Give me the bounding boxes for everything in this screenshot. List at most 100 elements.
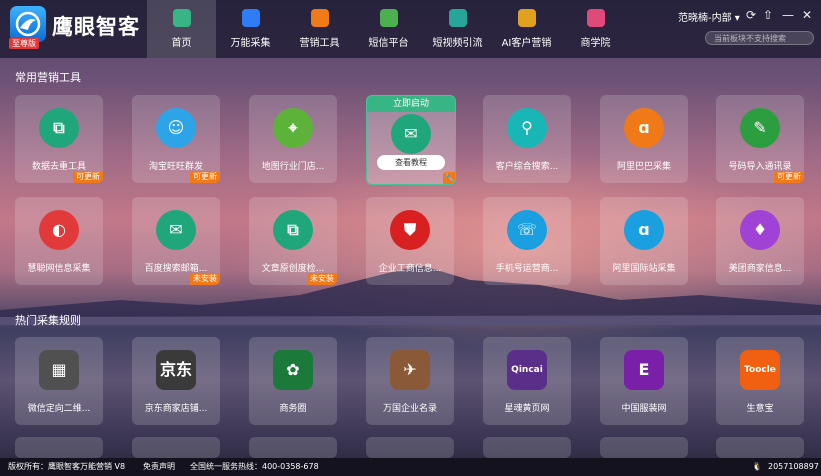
tool-card[interactable]: ✿ 商务圈 (249, 337, 337, 425)
nav-tab-1[interactable]: 万能采集 (216, 0, 285, 58)
tool-label: 企业工商信息... (378, 264, 442, 274)
tool-icon: ✉ (391, 114, 431, 154)
status-badge: 可更新 (190, 171, 220, 183)
launch-button[interactable]: 立即启动 (367, 96, 455, 112)
user-menu[interactable]: 范晓楠-内部 ▾ (678, 9, 740, 24)
ai-icon (518, 9, 536, 27)
tool-card[interactable] (132, 437, 220, 458)
refresh-icon[interactable]: ⟳ (744, 8, 758, 22)
tool-card[interactable]: ✎ 号码导入通讯录 可更新 (716, 95, 804, 183)
tool-card[interactable] (716, 437, 804, 458)
tool-label: 手机号运营商... (495, 264, 559, 274)
tool-glyph: Qincai (511, 365, 543, 375)
tool-card[interactable]: ☏ 手机号运营商... (483, 197, 571, 285)
nav-tab-label: 短视频引流 (432, 38, 483, 49)
tool-glyph: E (638, 360, 650, 379)
tool-card[interactable]: Toocle 生意宝 (716, 337, 804, 425)
tool-glyph: ✉ (404, 124, 418, 143)
tool-card[interactable] (600, 437, 688, 458)
footer: 版权所有：鹰眼智客万能营销 V8 免责声明 全国统一服务热线：400-0358-… (0, 458, 821, 476)
tool-glyph: ▦ (51, 360, 67, 379)
nav-tab-6[interactable]: 商学院 (561, 0, 630, 58)
nav-tab-5[interactable]: AI客户营销 (492, 0, 561, 58)
tool-card[interactable]: ✉ 百度搜索邮箱... 未安装 (132, 197, 220, 285)
nav-tab-3[interactable]: 短信平台 (354, 0, 423, 58)
tool-icon: ◐ (39, 210, 79, 250)
disclaimer-link[interactable]: 免责声明 (143, 458, 175, 476)
tool-card[interactable]: ⧉ 文章原创度检... 未安装 (249, 197, 337, 285)
tool-card[interactable]: ɑ 阿里巴巴采集 (600, 95, 688, 183)
wrench-icon[interactable]: 🔧 (443, 172, 455, 184)
tool-card[interactable] (15, 437, 103, 458)
clipboard-icon (242, 9, 260, 27)
tool-label: 生意宝 (746, 404, 774, 414)
nav-tab-4[interactable]: 短视频引流 (423, 0, 492, 58)
tool-glyph: ✎ (753, 118, 767, 137)
nav-tab-0[interactable]: 首页 (147, 0, 216, 58)
tutorial-button[interactable]: 查看教程 (377, 155, 445, 170)
tool-glyph: ɑ (638, 220, 650, 239)
nav-tab-2[interactable]: 营销工具 (285, 0, 354, 58)
tool-glyph: ◐ (52, 220, 66, 239)
tool-icon: E (624, 350, 664, 390)
tool-icon: ⧉ (39, 108, 79, 148)
tool-card[interactable]: ☺ 淘宝旺旺群发 可更新 (132, 95, 220, 183)
app-name: 鹰眼智客 (52, 15, 140, 39)
tool-glyph: ⌖ (288, 118, 298, 137)
tool-icon: ⌖ (273, 108, 313, 148)
tool-card[interactable] (366, 437, 454, 458)
tool-glyph: ✿ (286, 360, 300, 379)
tool-card[interactable]: ✉ 立即启动查看教程 🔧 (366, 95, 456, 185)
tool-glyph: ✉ (169, 220, 183, 239)
close-icon[interactable]: ✕ (800, 8, 814, 22)
tool-icon: ⧉ (273, 210, 313, 250)
tool-glyph: ✈ (403, 360, 417, 379)
tool-icon: ɑ (624, 210, 664, 250)
tool-glyph: ☏ (516, 220, 537, 239)
tool-icon: Toocle (740, 350, 780, 390)
status-badge: 未安装 (190, 273, 220, 285)
tool-icon: ☺ (156, 108, 196, 148)
tool-card[interactable]: ⚲ 客户综合搜索... (483, 95, 571, 183)
tool-card[interactable]: ✈ 万国企业名录 (366, 337, 454, 425)
tool-label: 万国企业名录 (382, 404, 437, 414)
tool-icon: ✈ (390, 350, 430, 390)
tool-icon: ⚲ (507, 108, 547, 148)
nav-tab-label: 万能采集 (230, 38, 271, 49)
tool-card[interactable]: ⧉ 数据去重工具 可更新 (15, 95, 103, 183)
tool-icon: ☏ (507, 210, 547, 250)
tool-card[interactable]: ▦ 微信定向二维... (15, 337, 103, 425)
tool-label: 中国服装网 (621, 404, 667, 414)
home-icon (173, 9, 191, 27)
tool-card[interactable]: 京东 京东商家店铺... (132, 337, 220, 425)
tool-card[interactable] (483, 437, 571, 458)
status-badge: 未安装 (307, 273, 337, 285)
tool-label: 慧聪网信息采集 (27, 264, 91, 274)
tool-card[interactable]: E 中国服装网 (600, 337, 688, 425)
tool-card[interactable]: Qincai 星魂黄页网 (483, 337, 571, 425)
tool-icon: ▦ (39, 350, 79, 390)
video-icon (449, 9, 467, 27)
tool-icon: ✿ (273, 350, 313, 390)
tool-icon: Qincai (507, 350, 547, 390)
hotline-text: 全国统一服务热线：400-0358-678 (190, 462, 319, 471)
nav-tab-label: 首页 (171, 38, 192, 49)
sms-icon (380, 9, 398, 27)
tool-icon: 京东 (156, 350, 196, 390)
section-title-tools: 常用营销工具 (15, 71, 81, 84)
tool-glyph: ⚲ (521, 118, 533, 137)
tool-card[interactable]: ⛊ 企业工商信息... (366, 197, 454, 285)
tool-card[interactable]: ⌖ 地图行业门店... (249, 95, 337, 183)
tool-card[interactable]: ◐ 慧聪网信息采集 (15, 197, 103, 285)
tool-glyph: 京东 (159, 360, 192, 379)
pin-icon[interactable]: ⇧ (761, 8, 775, 22)
status-badge: 可更新 (774, 171, 804, 183)
tool-card[interactable] (249, 437, 337, 458)
tool-glyph: ☺ (167, 118, 185, 137)
minimize-icon[interactable]: — (781, 8, 795, 22)
graduation-icon (587, 9, 605, 27)
tool-card[interactable]: ♦ 美团商家信息... (716, 197, 804, 285)
tool-card[interactable]: ɑ 阿里国际站采集 (600, 197, 688, 285)
search-input[interactable]: 当前板块不支持搜索 (705, 31, 814, 45)
section-title-rules: 热门采集规则 (15, 314, 81, 327)
